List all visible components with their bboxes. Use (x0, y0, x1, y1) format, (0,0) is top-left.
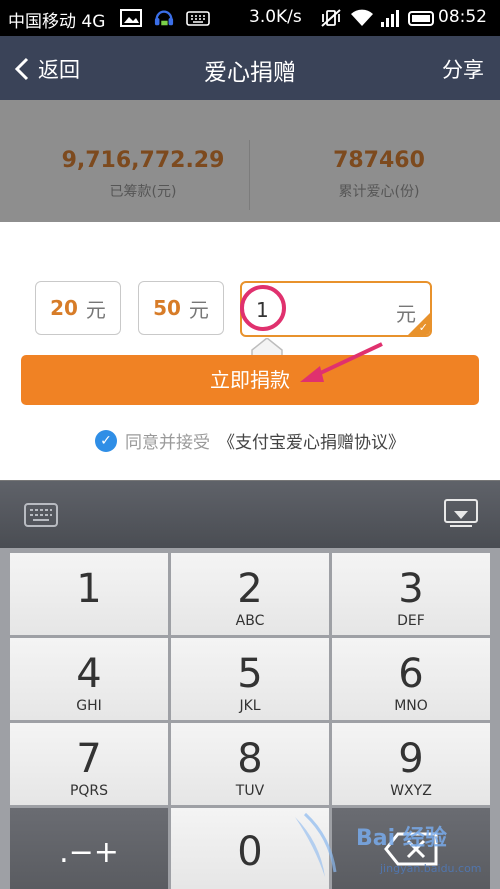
key-9-letters: WXYZ (390, 783, 432, 799)
stat-raised: 9,716,772.29 已筹款(元) (18, 148, 268, 201)
key-5[interactable]: 5 JKL (171, 638, 329, 720)
agreement-link[interactable]: 《支付宝爱心捐赠协议》 (218, 428, 405, 453)
key-8-label: 8 (237, 736, 263, 782)
custom-amount-input[interactable]: 1 元 ✓ (240, 281, 432, 337)
key-8[interactable]: 8 TUV (171, 723, 329, 805)
amount-20-button[interactable]: 20 元 (35, 281, 121, 335)
signal-strength-icon (381, 10, 399, 27)
key-6-letters: MNO (394, 698, 428, 714)
share-button[interactable]: 分享 (442, 54, 484, 84)
image-notification-icon (120, 9, 142, 27)
clock: 08:52 (438, 7, 487, 27)
custom-amount-value: 1 (256, 298, 269, 322)
key-2-label: 2 (237, 566, 263, 612)
stat-love-label: 累计爱心(份) (338, 184, 420, 200)
key-7-label: 7 (76, 736, 102, 782)
keyboard-switch-icon[interactable] (24, 503, 58, 527)
stat-raised-label: 已筹款(元) (109, 184, 177, 200)
key-symbols[interactable]: .−+ (10, 808, 168, 889)
stat-divider (249, 140, 250, 210)
key-7[interactable]: 7 PQRS (10, 723, 168, 805)
keyboard-notification-icon (186, 11, 210, 26)
status-bar: 中国移动 4G 3.0K/s 08:52 (0, 0, 500, 36)
hide-keyboard-icon[interactable] (444, 499, 478, 529)
key-1-label: 1 (76, 566, 102, 612)
key-backspace[interactable] (332, 808, 490, 889)
amount-20-value: 20 (50, 296, 78, 320)
amount-20-unit: 元 (85, 297, 106, 322)
key-3[interactable]: 3 DEF (332, 553, 490, 635)
agreement-row: ✓ 同意并接受 《支付宝爱心捐赠协议》 (0, 428, 500, 453)
key-2-letters: ABC (235, 613, 265, 629)
key-3-letters: DEF (397, 613, 425, 629)
network-speed: 3.0K/s (249, 7, 302, 27)
backspace-icon (384, 832, 438, 866)
amount-50-button[interactable]: 50 元 (138, 281, 224, 335)
key-6[interactable]: 6 MNO (332, 638, 490, 720)
key-1[interactable]: 1 (10, 553, 168, 635)
check-icon: ✓ (418, 321, 428, 334)
key-2[interactable]: 2 ABC (171, 553, 329, 635)
key-3-label: 3 (398, 566, 424, 612)
headset-notification-icon (154, 10, 174, 26)
stat-raised-value: 9,716,772.29 (61, 148, 225, 173)
key-5-letters: JKL (239, 698, 261, 714)
chevron-left-icon (14, 57, 29, 81)
key-4-label: 4 (76, 651, 102, 697)
amount-50-value: 50 (153, 296, 181, 320)
donate-now-button[interactable]: 立即捐款 (21, 355, 479, 405)
key-6-label: 6 (398, 651, 424, 697)
key-0[interactable]: 0 (171, 808, 329, 889)
key-7-letters: PQRS (69, 783, 109, 799)
key-symbols-label: .−+ (59, 835, 119, 870)
app-header: 返回 爱心捐赠 分享 (0, 36, 500, 100)
key-9-label: 9 (398, 736, 424, 782)
carrier-label: 中国移动 4G (8, 12, 106, 32)
vibrate-mode-icon (321, 9, 341, 27)
numeric-keypad: 1 2 ABC 3 DEF 4 GHI 5 JKL 6 MNO 7 PQRS 8… (0, 548, 500, 889)
battery-icon (408, 11, 434, 26)
agree-checkbox[interactable]: ✓ (95, 429, 117, 452)
back-button[interactable]: 返回 (14, 54, 80, 84)
back-label: 返回 (38, 58, 80, 82)
agree-prefix: 同意并接受 (125, 433, 210, 453)
key-5-label: 5 (237, 651, 263, 697)
amount-50-unit: 元 (188, 297, 209, 322)
stat-love-count: 787460 累计爱心(份) (254, 148, 500, 201)
keyboard-toolbar (0, 480, 500, 548)
wifi-icon (351, 9, 373, 26)
key-9[interactable]: 9 WXYZ (332, 723, 490, 805)
key-0-label: 0 (237, 829, 263, 875)
key-4-letters: GHI (76, 698, 102, 714)
stat-love-value: 787460 (333, 148, 425, 173)
donation-panel: 20 元 50 元 1 元 ✓ 立即捐款 ✓ 同意并接受 《支付宝爱心捐赠协议》 (0, 222, 500, 480)
stats-overlay-area: 9,716,772.29 已筹款(元) 787460 累计爱心(份) (0, 100, 500, 222)
key-8-letters: TUV (235, 783, 265, 799)
key-4[interactable]: 4 GHI (10, 638, 168, 720)
